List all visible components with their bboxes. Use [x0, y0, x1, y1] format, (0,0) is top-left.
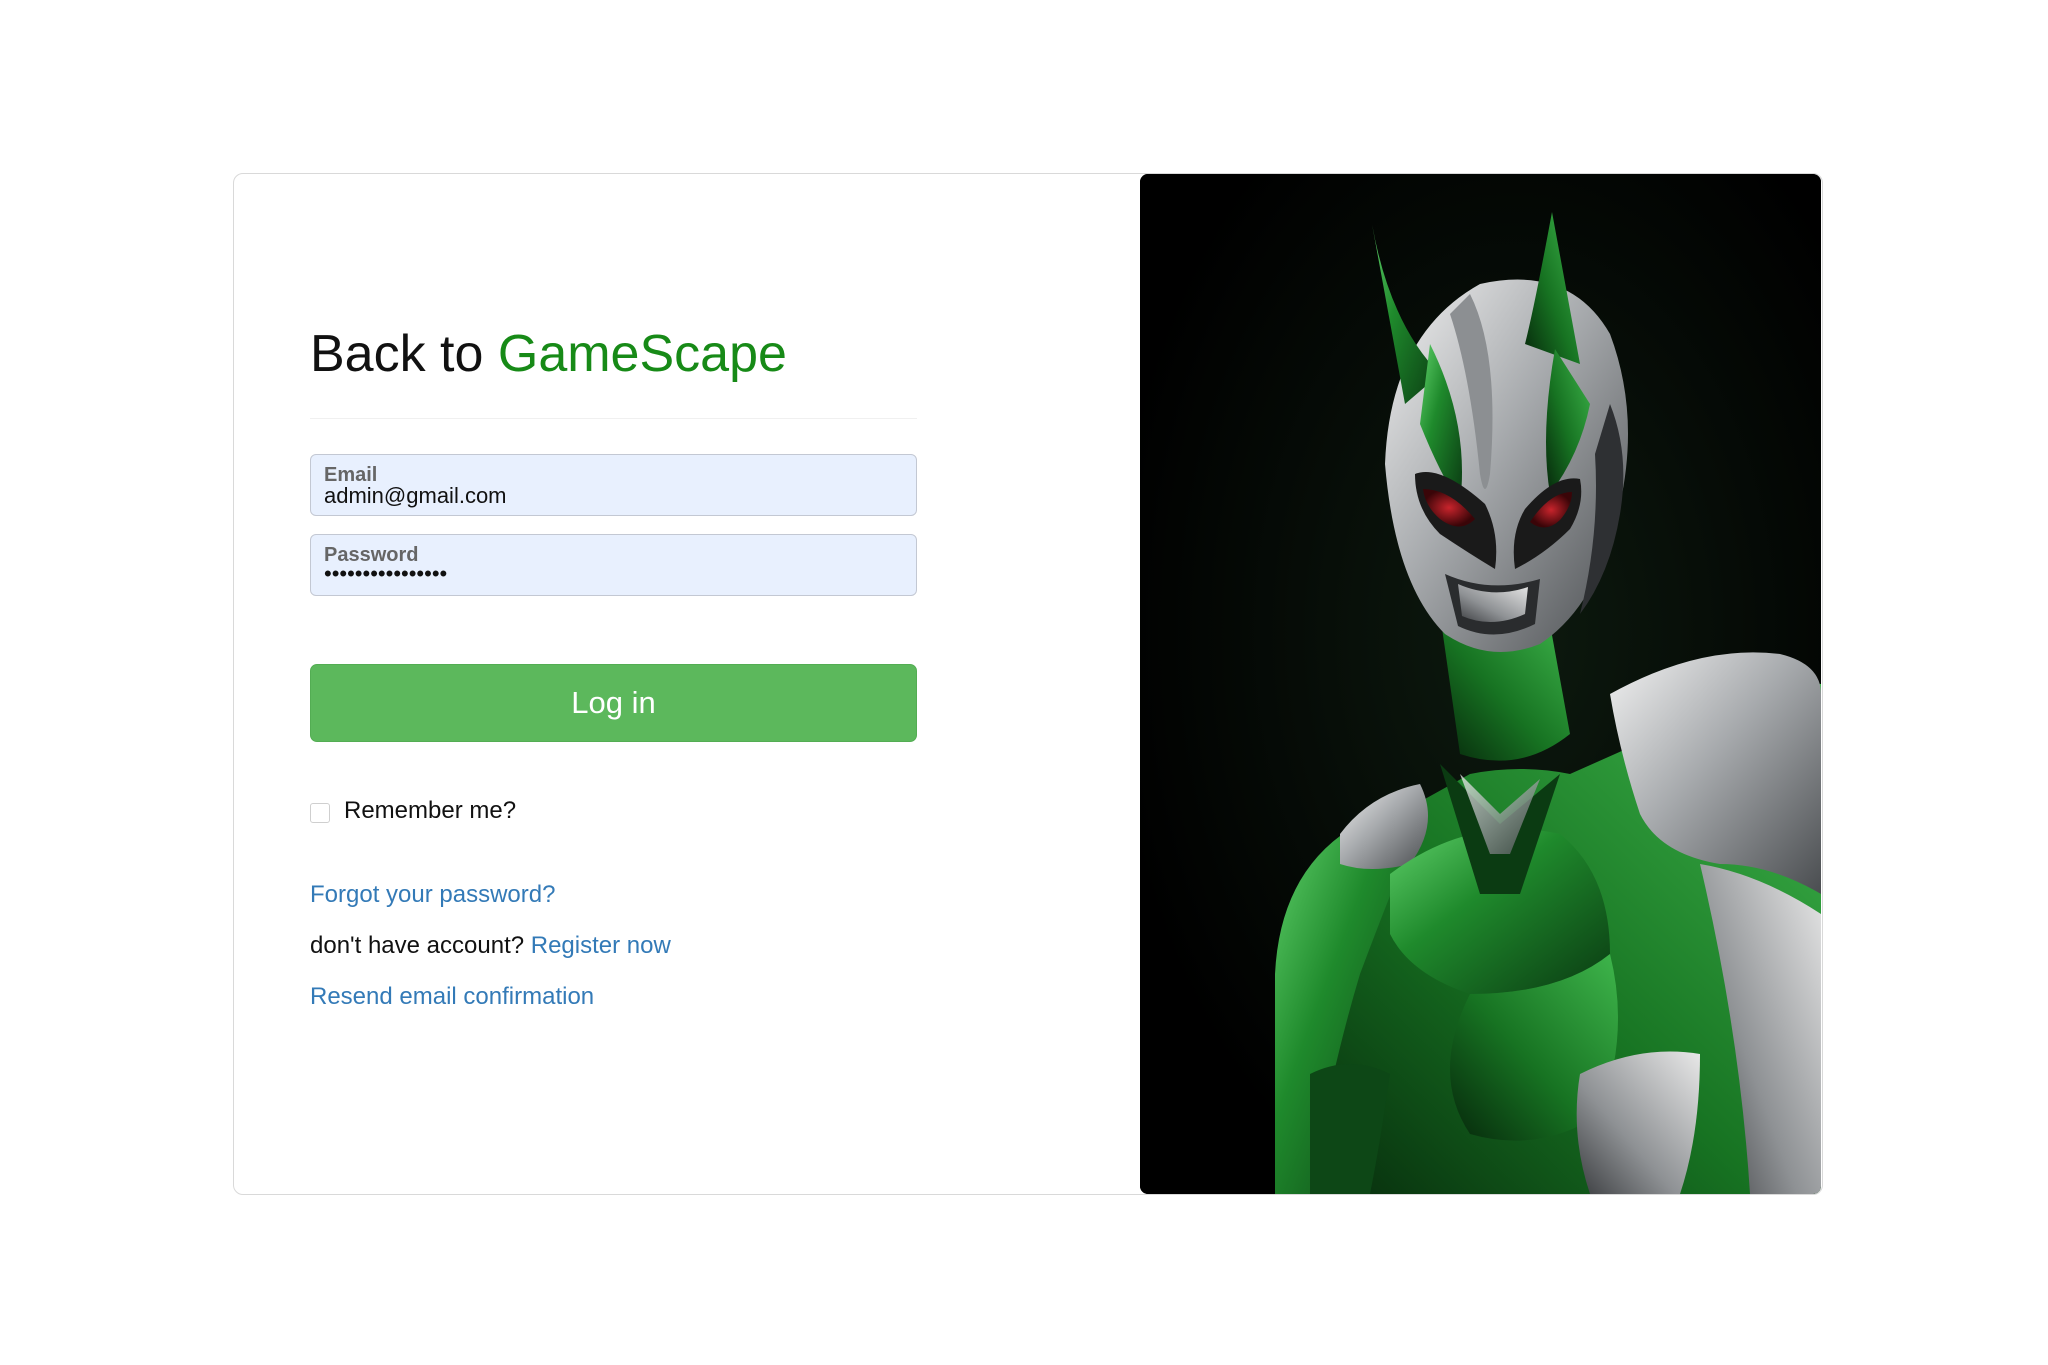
forgot-password-row: Forgot your password?	[310, 880, 555, 910]
password-label: Password	[324, 545, 425, 565]
login-card: Back to GameScape Email Password Log in …	[233, 173, 1823, 1195]
resend-confirmation-link[interactable]: Resend email confirmation	[310, 983, 594, 1010]
email-input[interactable]	[324, 482, 904, 510]
register-row: don't have account? Register now	[310, 931, 671, 961]
no-account-text: don't have account?	[310, 932, 531, 959]
armored-hero-illustration	[1140, 174, 1821, 1194]
email-field[interactable]: Email	[310, 454, 917, 516]
title-prefix: Back to	[310, 325, 498, 383]
forgot-password-link[interactable]: Forgot your password?	[310, 881, 555, 908]
brand-name: GameScape	[497, 325, 787, 383]
email-label: Email	[324, 465, 384, 485]
password-field[interactable]: Password	[310, 534, 917, 596]
login-button[interactable]: Log in	[310, 664, 917, 742]
login-form: Back to GameScape Email Password Log in …	[310, 174, 920, 1194]
resend-row: Resend email confirmation	[310, 982, 594, 1012]
remember-label: Remember me?	[344, 797, 517, 824]
page-title: Back to GameScape	[310, 323, 787, 385]
title-divider	[310, 418, 917, 419]
hero-image	[1140, 174, 1821, 1194]
remember-checkbox[interactable]	[310, 803, 330, 823]
remember-me[interactable]: Remember me?	[310, 796, 516, 826]
register-link[interactable]: Register now	[531, 932, 671, 959]
